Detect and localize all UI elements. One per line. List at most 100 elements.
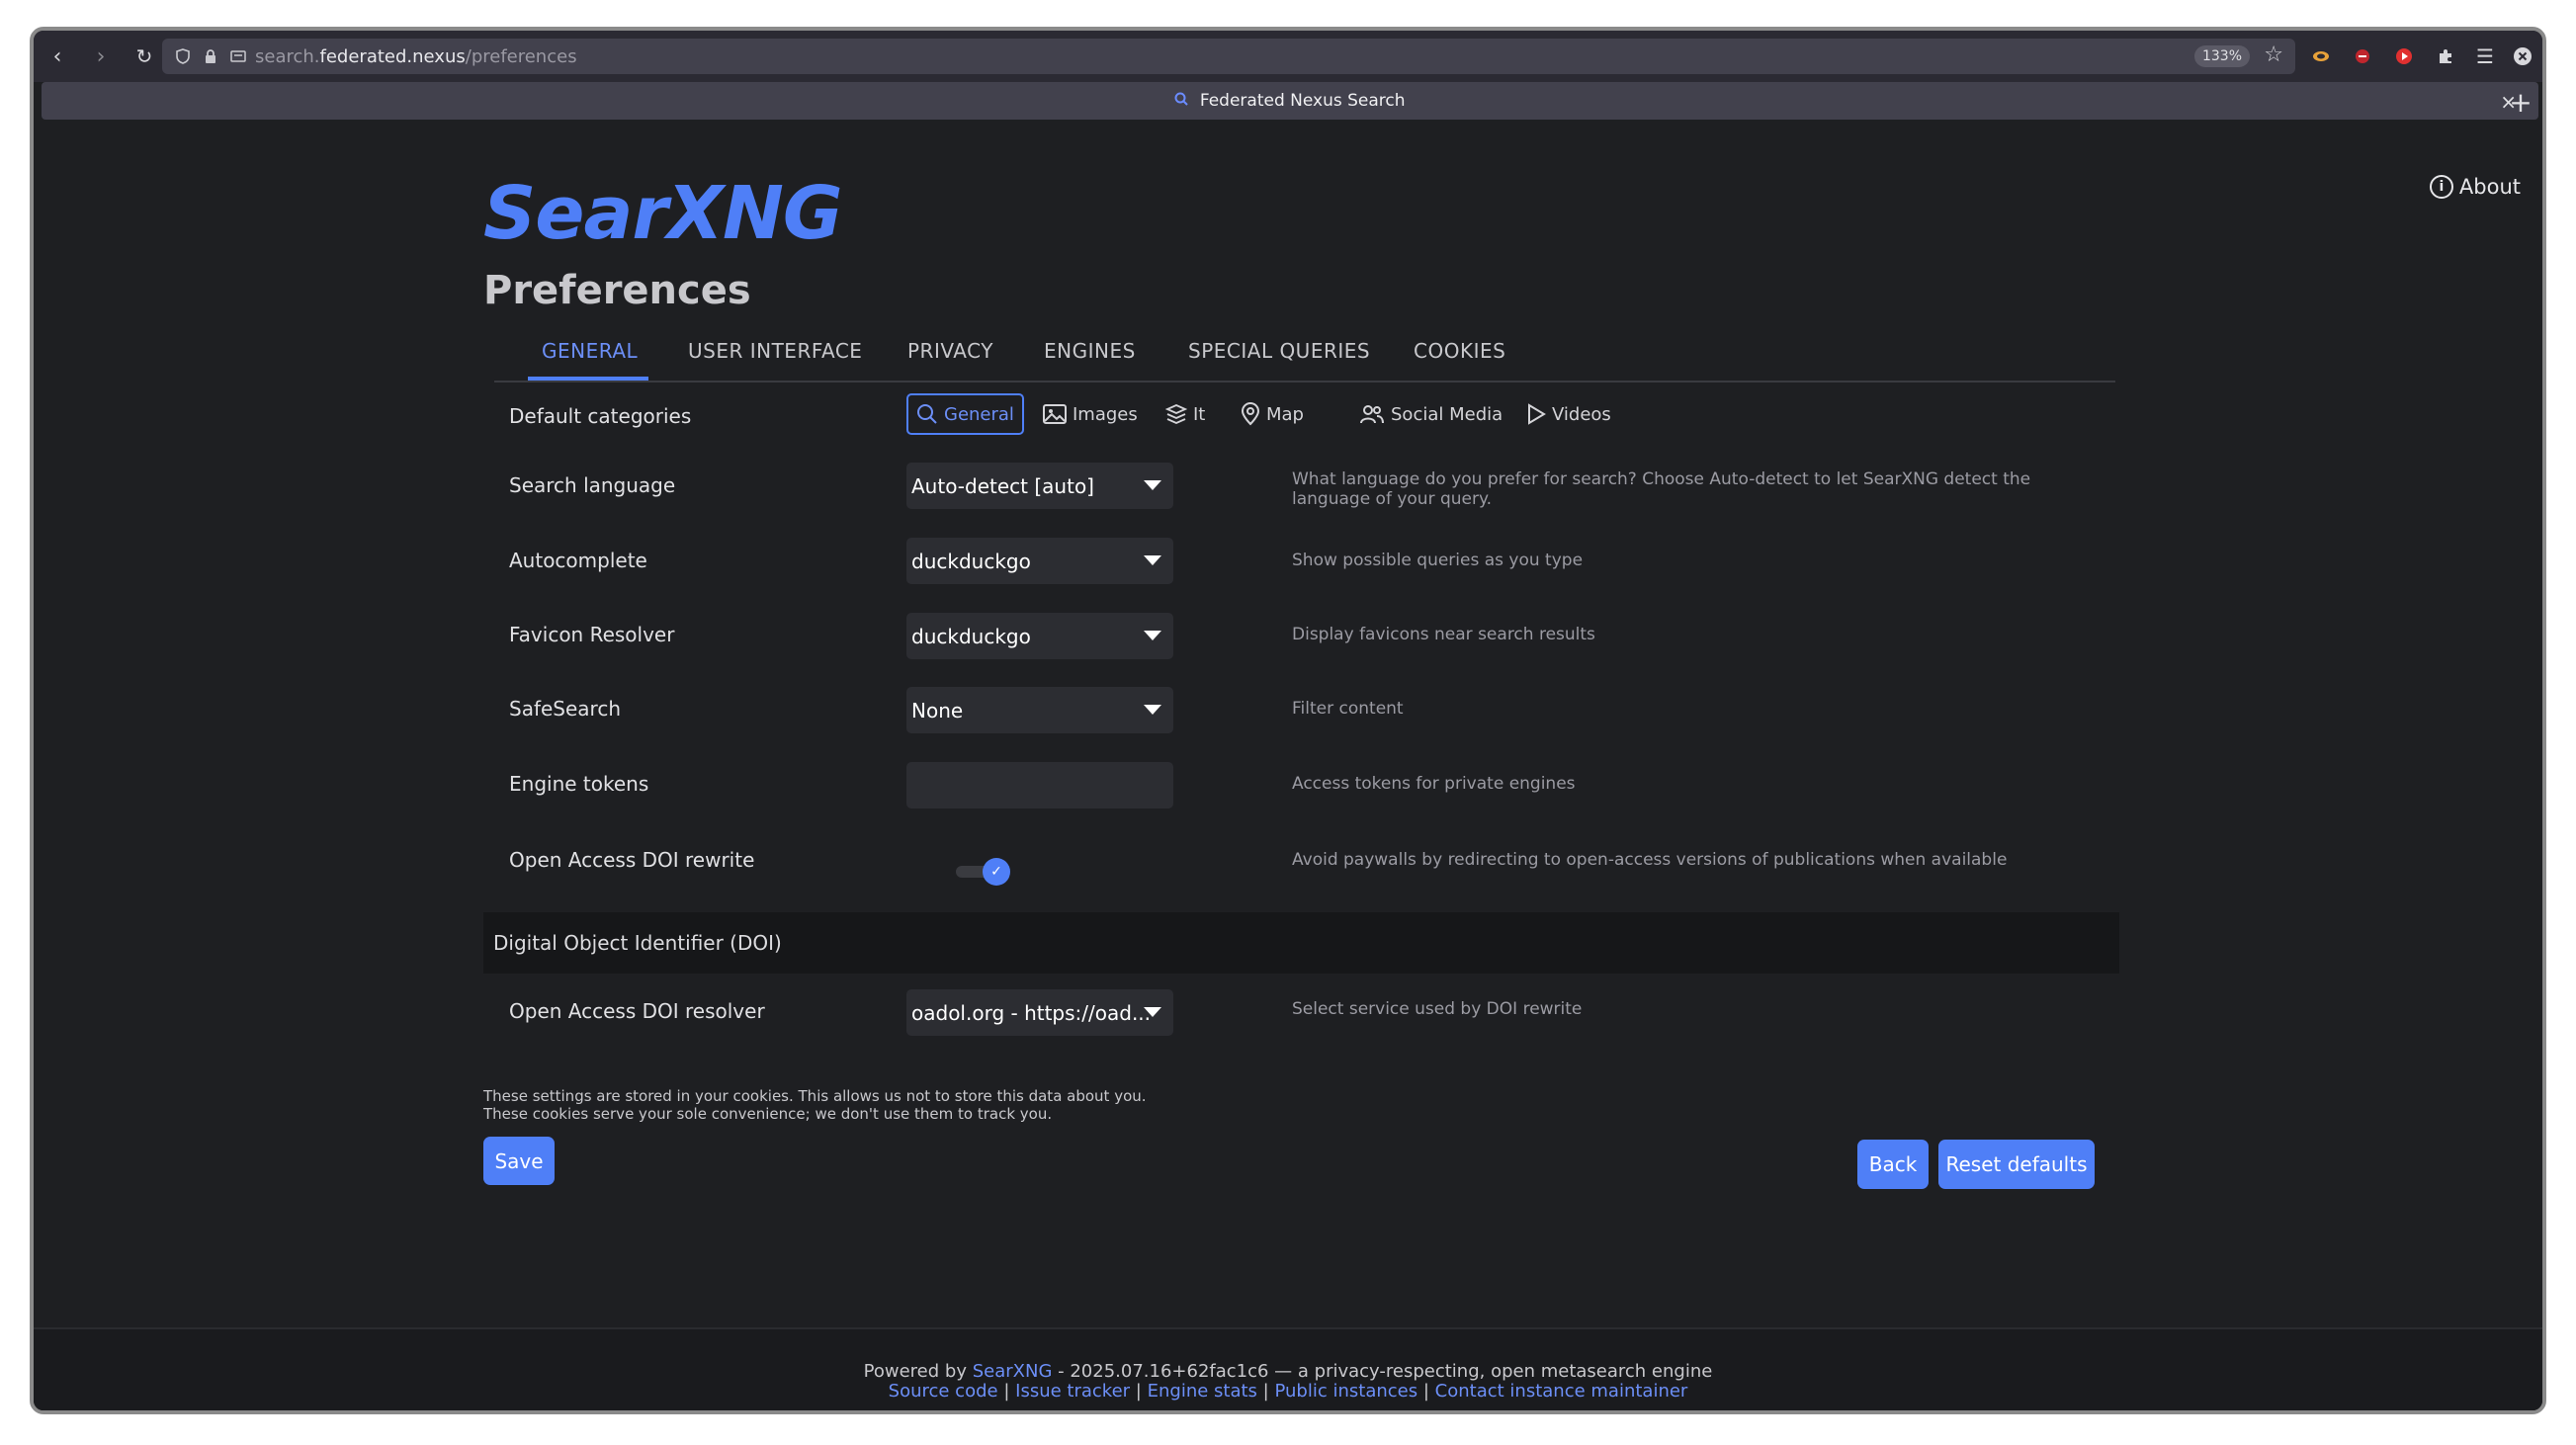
image-icon: [1043, 404, 1067, 424]
tab-special-queries[interactable]: SPECIAL QUERIES: [1188, 339, 1370, 363]
checkmark-icon: ✓: [983, 858, 1010, 886]
menu-hamburger-icon[interactable]: ☰: [2471, 42, 2499, 70]
tab-user-interface[interactable]: USER INTERFACE: [688, 339, 862, 363]
new-tab-icon[interactable]: +: [2505, 86, 2536, 119]
category-images-label: Images: [1073, 403, 1138, 425]
reload-icon[interactable]: ↻: [125, 37, 164, 76]
cookie-note: These settings are stored in your cookie…: [483, 1087, 1147, 1123]
powered-by-text: Powered by: [863, 1361, 967, 1382]
about-label: About: [2458, 175, 2521, 199]
default-categories-label: Default categories: [509, 404, 692, 428]
issue-tracker-link[interactable]: Issue tracker: [1015, 1381, 1130, 1402]
cookie-note-line-2: These cookies serve your sole convenienc…: [483, 1105, 1053, 1123]
zoom-level-badge[interactable]: 133%: [2193, 45, 2250, 67]
page-title: Preferences: [483, 268, 751, 313]
extensions-puzzle-icon[interactable]: [2432, 42, 2459, 70]
doi-section-title: Digital Object Identifier (DOI): [493, 931, 782, 955]
tab-cookies[interactable]: COOKIES: [1414, 339, 1505, 363]
category-map[interactable]: Map: [1233, 393, 1312, 435]
searxng-logo[interactable]: SearXNG: [483, 171, 843, 256]
extension-icon-2[interactable]: [2349, 42, 2376, 70]
back-button[interactable]: Back: [1857, 1140, 1929, 1189]
search-icon: [917, 404, 937, 424]
tab-title-text: Federated Nexus Search: [1199, 91, 1406, 111]
url-prefix: search.: [255, 45, 320, 67]
window-close-icon[interactable]: [2509, 42, 2536, 70]
category-images[interactable]: Images: [1035, 393, 1146, 435]
source-code-link[interactable]: Source code: [889, 1381, 998, 1402]
browser-tab[interactable]: Federated Nexus Search ×: [42, 82, 2538, 120]
dropdown-arrow-icon: [1144, 480, 1161, 490]
lock-icon: [200, 45, 221, 67]
engine-stats-link[interactable]: Engine stats: [1148, 1381, 1257, 1402]
footer-separator: |: [1003, 1381, 1010, 1402]
people-icon: [1360, 405, 1384, 424]
dropdown-arrow-icon: [1144, 1007, 1161, 1017]
extension-icon-3[interactable]: [2390, 42, 2418, 70]
favicon-resolver-select[interactable]: duckduckgo: [906, 613, 1173, 659]
search-language-value: Auto-detect [auto]: [911, 473, 1094, 498]
search-language-desc: What language do you prefer for search? …: [1292, 469, 2031, 509]
searxng-link[interactable]: SearXNG: [973, 1361, 1053, 1382]
reset-defaults-button[interactable]: Reset defaults: [1938, 1140, 2095, 1189]
category-general-label: General: [944, 403, 1014, 425]
category-social-media[interactable]: Social Media: [1351, 393, 1510, 435]
autocomplete-select[interactable]: duckduckgo: [906, 538, 1173, 584]
dropdown-arrow-icon: [1144, 705, 1161, 715]
category-videos[interactable]: Videos: [1518, 393, 1619, 435]
about-link[interactable]: i About: [2429, 175, 2521, 199]
footer: Powered by SearXNG - 2025.07.16+62fac1c6…: [34, 1327, 2542, 1410]
doi-rewrite-toggle[interactable]: ✓: [956, 858, 1011, 886]
engine-tokens-label: Engine tokens: [509, 772, 649, 796]
favicon-resolver-desc: Display favicons near search results: [1292, 625, 1595, 644]
dropdown-arrow-icon: [1144, 555, 1161, 565]
back-nav-icon[interactable]: ‹: [38, 37, 77, 76]
search-language-select[interactable]: Auto-detect [auto]: [906, 463, 1173, 509]
doi-section-header: Digital Object Identifier (DOI): [483, 912, 2119, 974]
engine-tokens-desc: Access tokens for private engines: [1292, 774, 1576, 794]
play-icon: [1528, 403, 1546, 425]
tab-general[interactable]: GENERAL: [542, 339, 638, 363]
search-favicon-icon: [1174, 91, 1193, 111]
category-it-label: It: [1193, 403, 1206, 425]
contact-maintainer-link[interactable]: Contact instance maintainer: [1435, 1381, 1688, 1402]
extension-icon-1[interactable]: [2307, 42, 2335, 70]
doi-resolver-label: Open Access DOI resolver: [509, 999, 765, 1023]
favicon-resolver-label: Favicon Resolver: [509, 623, 675, 646]
shield-icon: [172, 45, 194, 67]
page-content: SearXNG i About Preferences GENERAL USER…: [34, 122, 2542, 1410]
tab-engines[interactable]: ENGINES: [1044, 339, 1136, 363]
safesearch-label: SafeSearch: [509, 697, 622, 721]
search-language-label: Search language: [509, 473, 676, 497]
footer-separator: |: [1262, 1381, 1269, 1402]
footer-links: Source code | Issue tracker | Engine sta…: [34, 1382, 2542, 1402]
bookmark-star-icon[interactable]: ☆: [2264, 42, 2283, 67]
category-map-label: Map: [1266, 403, 1304, 425]
safesearch-desc: Filter content: [1292, 699, 1404, 719]
save-button[interactable]: Save: [483, 1137, 555, 1185]
doi-resolver-select[interactable]: oadol.org - https://oad...: [906, 989, 1173, 1036]
url-path: /preferences: [465, 45, 577, 67]
doi-resolver-value: oadol.org - https://oad...: [911, 1000, 1152, 1025]
favicon-resolver-value: duckduckgo: [911, 624, 1031, 648]
safesearch-select[interactable]: None: [906, 687, 1173, 733]
category-it[interactable]: It: [1158, 393, 1213, 435]
version-text: - 2025.07.16+62fac1c6 — a privacy-respec…: [1052, 1361, 1713, 1382]
map-pin-icon: [1241, 402, 1260, 426]
footer-separator: |: [1135, 1381, 1142, 1402]
footer-separator: |: [1422, 1381, 1429, 1402]
category-social-media-label: Social Media: [1391, 403, 1503, 425]
autocomplete-value: duckduckgo: [911, 549, 1031, 573]
dropdown-arrow-icon: [1144, 631, 1161, 640]
doi-resolver-desc: Select service used by DOI rewrite: [1292, 999, 1583, 1019]
autocomplete-label: Autocomplete: [509, 549, 647, 572]
forward-nav-icon[interactable]: ›: [81, 37, 121, 76]
url-bar[interactable]: search. federated.nexus/preferences 133% …: [162, 39, 2295, 74]
tab-privacy[interactable]: PRIVACY: [907, 339, 993, 363]
browser-toolbar: ‹ › ↻ search. federated.nexus/preferences…: [34, 31, 2542, 82]
engine-tokens-input[interactable]: [906, 762, 1173, 808]
cookie-note-line-1: These settings are stored in your cookie…: [483, 1087, 1147, 1105]
public-instances-link[interactable]: Public instances: [1274, 1381, 1417, 1402]
category-general[interactable]: General: [906, 393, 1024, 435]
doi-rewrite-desc: Avoid paywalls by redirecting to open-ac…: [1292, 850, 2008, 870]
